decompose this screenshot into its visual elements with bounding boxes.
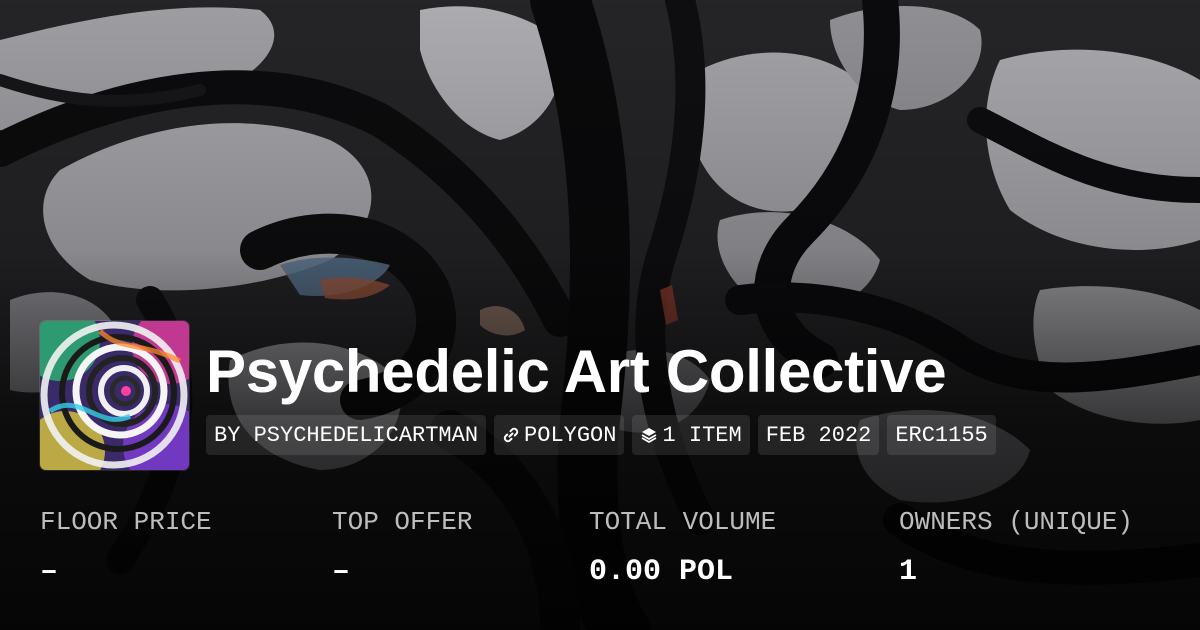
creator-chip[interactable]: BY PSYCHEDELICARTMAN — [206, 415, 487, 455]
chain-label: POLYGON — [524, 422, 617, 448]
stat-value: 1 — [899, 555, 918, 589]
collection-info-chips: BY PSYCHEDELICARTMAN POLYGON 1 ITEM FEB … — [206, 415, 996, 455]
stat-top-offer: TOP OFFER – — [332, 505, 472, 589]
items-label: 1 ITEM — [662, 422, 742, 448]
items-chip[interactable]: 1 ITEM — [632, 415, 750, 455]
collection-title: Psychedelic Art Collective — [206, 338, 947, 405]
stat-label: OWNERS (UNIQUE) — [899, 507, 1134, 537]
stat-label: TOP OFFER — [332, 507, 473, 537]
stat-label: FLOOR PRICE — [40, 507, 212, 537]
stat-owners: OWNERS (UNIQUE) 1 — [899, 505, 1133, 589]
token-standard-chip: ERC1155 — [887, 415, 996, 455]
stack-icon — [640, 426, 658, 444]
stat-value: 0.00 POL — [589, 555, 734, 589]
stat-value: – — [40, 555, 59, 589]
stat-floor-price: FLOOR PRICE – — [40, 505, 212, 589]
stat-label: TOTAL VOLUME — [589, 507, 777, 537]
chain-chip[interactable]: POLYGON — [494, 415, 625, 455]
creator-label: BY PSYCHEDELICARTMAN — [214, 422, 479, 448]
stat-total-volume: TOTAL VOLUME 0.00 POL — [589, 505, 776, 589]
collection-logo — [40, 321, 189, 470]
created-date-label: FEB 2022 — [765, 422, 872, 448]
link-icon — [502, 426, 520, 444]
stat-value: – — [332, 555, 351, 589]
created-date-chip: FEB 2022 — [757, 415, 880, 455]
token-standard-label: ERC1155 — [895, 422, 988, 448]
